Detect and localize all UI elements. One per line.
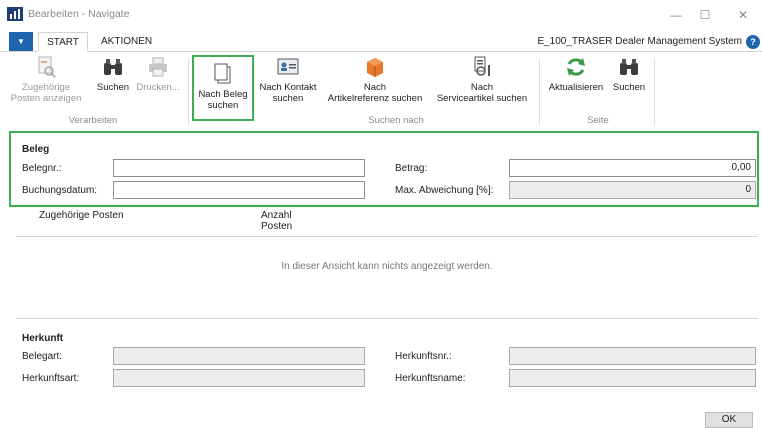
herkunftsname-input[interactable] bbox=[509, 369, 756, 387]
suchen-seite-label: Suchen bbox=[612, 82, 646, 93]
printer-icon bbox=[149, 57, 167, 77]
refresh-icon bbox=[567, 58, 585, 76]
belegnr-label: Belegnr.: bbox=[22, 163, 62, 174]
ribbon-tab-bar: ▼ START AKTIONEN E_100_TRASER Dealer Man… bbox=[0, 32, 762, 52]
ribbon-separator bbox=[654, 59, 655, 125]
betrag-label: Betrag: bbox=[395, 163, 428, 174]
zugehoerige-label-1: Zugehörige bbox=[21, 82, 71, 93]
ribbon: Zugehörige Posten anzeigen Suchen Drucke… bbox=[0, 53, 762, 128]
app-logo-icon bbox=[7, 7, 23, 21]
betrag-input[interactable]: 0,00 bbox=[509, 159, 756, 177]
nach-kontakt-label-2: suchen bbox=[272, 93, 304, 104]
anzahl-label-1: Anzahl bbox=[261, 210, 292, 221]
column-header-zugehoerige-posten[interactable]: Zugehörige Posten bbox=[39, 210, 124, 221]
nach-artikel-label-2: Artikelreferenz suchen bbox=[327, 93, 423, 104]
title-bar: Bearbeiten - Navigate — ☐ ✕ bbox=[0, 0, 762, 30]
binoculars-icon bbox=[104, 59, 122, 75]
ribbon-separator bbox=[539, 59, 540, 125]
group-label-suchen-nach: Suchen nach bbox=[368, 115, 424, 126]
herkunftsart-label: Herkunftsart: bbox=[22, 373, 80, 384]
maximize-button[interactable]: ☐ bbox=[690, 5, 720, 25]
aktualisieren-label: Aktualisieren bbox=[548, 82, 604, 93]
item-box-icon bbox=[367, 58, 383, 77]
drucken-button[interactable]: Drucken... bbox=[133, 55, 183, 93]
posten-icon bbox=[38, 56, 56, 78]
belegnr-input[interactable] bbox=[113, 159, 365, 177]
belegart-input[interactable] bbox=[113, 347, 365, 365]
nach-kontakt-suchen-button[interactable]: Nach Kontakt suchen bbox=[255, 55, 321, 104]
nach-beleg-label-2: suchen bbox=[207, 100, 239, 111]
buchungsdatum-input[interactable] bbox=[113, 181, 365, 199]
suchen-label: Suchen bbox=[96, 82, 130, 93]
app-menu-button[interactable]: ▼ bbox=[9, 32, 33, 51]
documents-icon bbox=[214, 63, 231, 84]
nach-beleg-suchen-button[interactable]: Nach Beleg suchen bbox=[192, 55, 254, 121]
nach-service-label-2: Serviceartikel suchen bbox=[436, 93, 528, 104]
zugehoerige-label-2: Posten anzeigen bbox=[10, 93, 82, 104]
tab-aktionen[interactable]: AKTIONEN bbox=[92, 32, 161, 52]
herkunftsart-input[interactable] bbox=[113, 369, 365, 387]
herkunftsnr-label: Herkunftsnr.: bbox=[395, 351, 452, 362]
nach-kontakt-label-1: Nach Kontakt bbox=[259, 82, 317, 93]
list-body: In dieser Ansicht kann nichts angezeigt … bbox=[16, 237, 758, 319]
close-button[interactable]: ✕ bbox=[728, 5, 758, 25]
nach-artikel-label-1: Nach bbox=[363, 82, 387, 93]
group-label-verarbeiten: Verarbeiten bbox=[68, 115, 118, 126]
company-name: E_100_TRASER Dealer Management System bbox=[537, 36, 742, 47]
list-header: Zugehörige Posten Anzahl Posten bbox=[16, 207, 758, 237]
window-title: Bearbeiten - Navigate bbox=[28, 8, 130, 20]
suchen-button[interactable]: Suchen bbox=[94, 55, 132, 93]
nach-beleg-label-1: Nach Beleg bbox=[198, 89, 248, 100]
ok-button[interactable]: OK bbox=[705, 412, 753, 428]
ribbon-separator bbox=[188, 59, 189, 125]
service-item-icon bbox=[474, 56, 490, 76]
nach-artikelreferenz-suchen-button[interactable]: Nach Artikelreferenz suchen bbox=[322, 55, 428, 104]
binoculars-icon bbox=[620, 59, 638, 75]
belegart-label: Belegart: bbox=[22, 351, 63, 362]
minimize-button[interactable]: — bbox=[661, 5, 691, 25]
nach-serviceartikel-suchen-button[interactable]: Nach Serviceartikel suchen bbox=[430, 55, 534, 104]
column-header-anzahl-posten[interactable]: Anzahl Posten bbox=[261, 210, 292, 232]
beleg-title: Beleg bbox=[22, 144, 50, 155]
help-icon[interactable]: ? bbox=[746, 35, 760, 49]
herkunftsnr-input[interactable] bbox=[509, 347, 756, 365]
herkunft-title: Herkunft bbox=[22, 333, 64, 344]
aktualisieren-button[interactable]: Aktualisieren bbox=[544, 55, 608, 93]
tab-start[interactable]: START bbox=[38, 32, 88, 52]
contact-card-icon bbox=[277, 58, 299, 75]
anzahl-label-2: Posten bbox=[261, 221, 293, 232]
suchen-seite-button[interactable]: Suchen bbox=[610, 55, 648, 93]
max-abweichung-label: Max. Abweichung [%]: bbox=[395, 185, 494, 196]
nach-service-label-1: Nach bbox=[470, 82, 494, 93]
drucken-label: Drucken... bbox=[136, 82, 180, 93]
herkunftsname-label: Herkunftsname: bbox=[395, 373, 466, 384]
empty-list-message: In dieser Ansicht kann nichts angezeigt … bbox=[281, 261, 493, 272]
zugehoerige-posten-button[interactable]: Zugehörige Posten anzeigen bbox=[2, 55, 90, 104]
max-abweichung-input[interactable]: 0 bbox=[509, 181, 756, 199]
group-label-seite: Seite bbox=[587, 115, 609, 126]
buchungsdatum-label: Buchungsdatum: bbox=[22, 185, 98, 196]
